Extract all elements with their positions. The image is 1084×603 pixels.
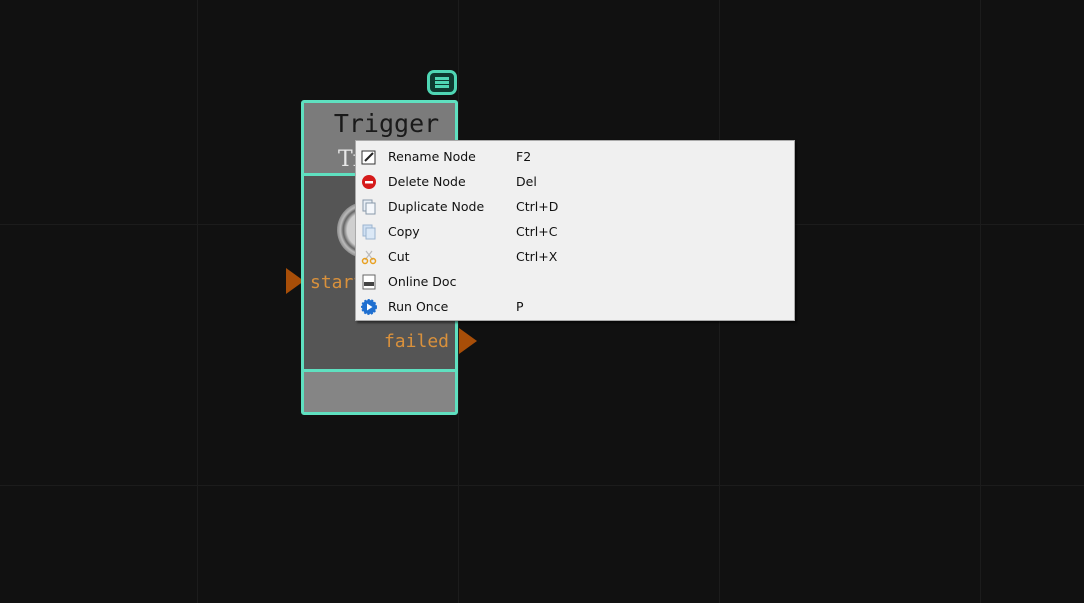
copy-icon	[360, 223, 378, 241]
grid-line	[980, 0, 981, 603]
node-footer	[304, 369, 455, 412]
menu-item-run-once[interactable]: Run Once P	[356, 294, 794, 319]
menu-item-label: Copy	[388, 224, 420, 239]
grid-line	[197, 0, 198, 603]
menu-item-shortcut: Ctrl+D	[516, 199, 559, 214]
grid-line	[0, 485, 1084, 486]
delete-icon	[360, 173, 378, 191]
menu-item-shortcut: F2	[516, 149, 532, 164]
menu-item-label: Run Once	[388, 299, 449, 314]
menu-item-delete-node[interactable]: Delete Node Del	[356, 169, 794, 194]
menu-item-shortcut: Ctrl+C	[516, 224, 558, 239]
rename-icon	[360, 148, 378, 166]
menu-item-copy[interactable]: Copy Ctrl+C	[356, 219, 794, 244]
menu-item-label: Rename Node	[388, 149, 476, 164]
run-gear-icon	[360, 298, 378, 316]
document-icon	[360, 273, 378, 291]
duplicate-icon	[360, 198, 378, 216]
menu-item-shortcut: Ctrl+X	[516, 249, 558, 264]
scissors-icon	[360, 248, 378, 266]
menu-item-rename-node[interactable]: Rename Node F2	[356, 144, 794, 169]
menu-item-label: Online Doc	[388, 274, 457, 289]
menu-item-shortcut: P	[516, 299, 524, 314]
node-menu-icon[interactable]	[427, 70, 457, 95]
menu-item-online-doc[interactable]: Online Doc	[356, 269, 794, 294]
menu-item-shortcut: Del	[516, 174, 537, 189]
menu-item-cut[interactable]: Cut Ctrl+X	[356, 244, 794, 269]
context-menu: Rename Node F2 Delete Node Del Duplicate…	[355, 140, 795, 321]
port-label-failed: failed	[383, 331, 449, 352]
menu-item-label: Cut	[388, 249, 410, 264]
menu-item-label: Delete Node	[388, 174, 466, 189]
output-port-failed[interactable]	[459, 328, 477, 354]
menu-item-duplicate-node[interactable]: Duplicate Node Ctrl+D	[356, 194, 794, 219]
menu-item-label: Duplicate Node	[388, 199, 485, 214]
node-title: Trigger	[333, 109, 440, 138]
